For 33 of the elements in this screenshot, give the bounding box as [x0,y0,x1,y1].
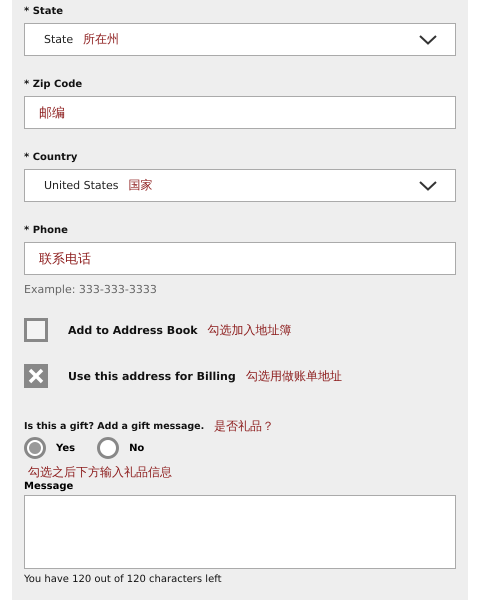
annotation-text: 所在州 [83,31,120,48]
chevron-down-icon [419,180,437,190]
input-field[interactable]: 联系电话 [24,242,456,275]
input-field[interactable]: 邮编 [24,96,456,129]
chevron-down-icon [419,34,437,44]
field-label: * Zip Code [24,78,84,92]
radio-button[interactable] [97,437,120,459]
field-label: * Country [24,151,78,165]
annotation-text: 国家 [128,177,152,194]
field-label: Message [24,481,74,492]
checkbox-label: Use this address for Billing [68,370,236,382]
field-label: * State [24,5,64,19]
radio-label: No [129,442,144,454]
annotation-text: 勾选用做账单地址 [246,368,342,384]
gift-question: Is this a gift? Add a gift message. [24,421,204,432]
annotation-text: 勾选加入地址簿 [208,322,292,338]
message-field[interactable] [24,495,456,569]
character-counter: You have 120 out of 120 characters left [24,574,223,585]
hint-text: Example: 333-333-3333 [24,283,158,296]
dropdown[interactable]: State 所在州 [24,23,456,56]
annotation-text: 是否礼品？ [214,418,274,435]
annotation-text: 邮编 [39,104,65,122]
radio-button[interactable] [24,437,46,459]
checkbox[interactable] [24,364,48,388]
dropdown[interactable]: United States 国家 [24,169,456,202]
radio-label: Yes [56,442,76,454]
annotation-text: 联系电话 [39,250,91,268]
dropdown-value: United States [44,179,118,192]
dropdown-value: State [44,33,74,46]
checkbox[interactable] [24,318,48,342]
annotation-text: 勾选之后下方输入礼品信息 [28,464,173,481]
checkbox-label: Add to Address Book [68,324,198,336]
field-label: * Phone [24,224,69,238]
